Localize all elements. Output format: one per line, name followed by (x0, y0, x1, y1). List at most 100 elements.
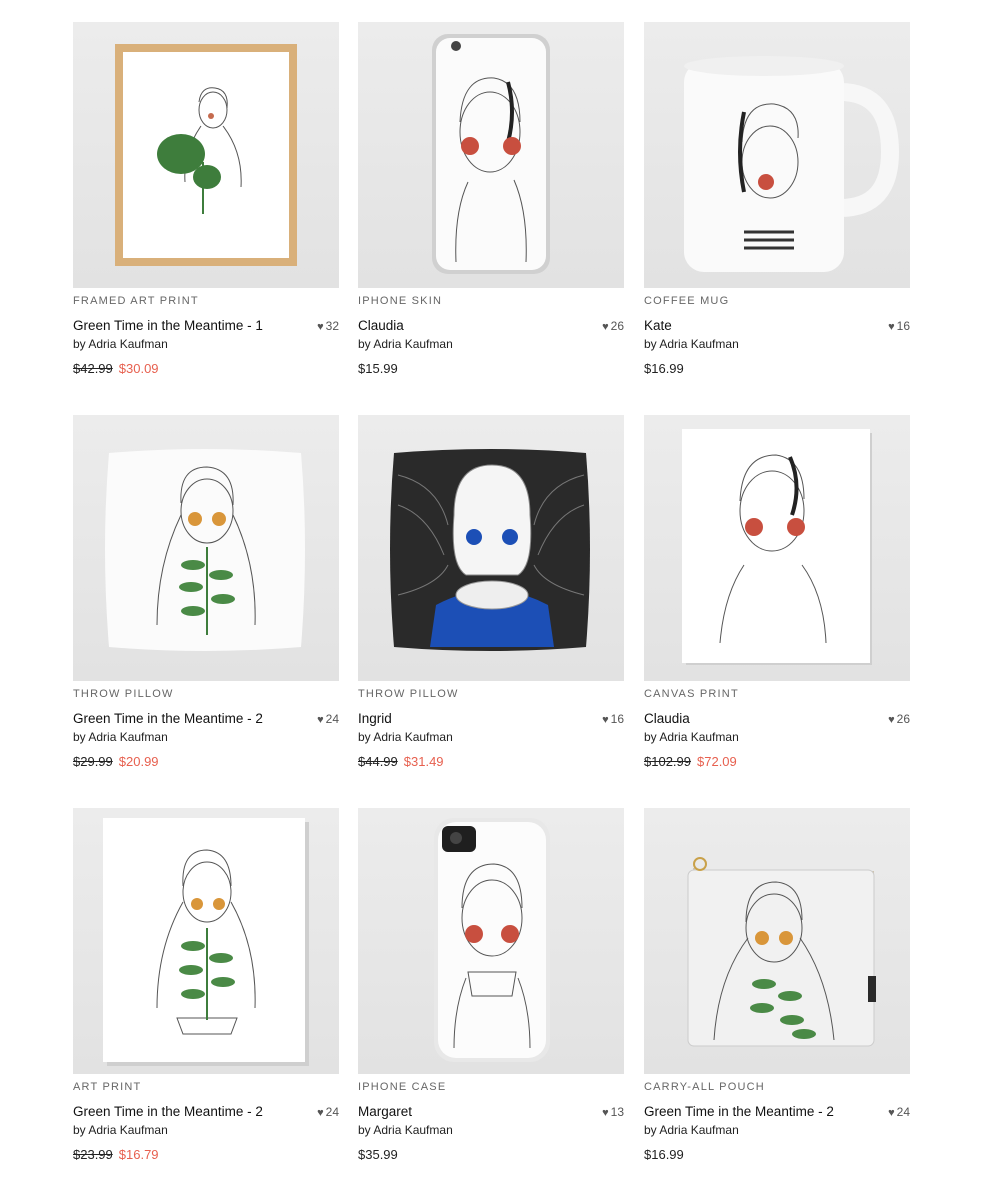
product-image[interactable] (358, 808, 624, 1074)
artist-link[interactable]: Adria Kaufman (88, 730, 167, 744)
artist-link[interactable]: Adria Kaufman (659, 337, 738, 351)
price: $35.99 (358, 1147, 398, 1162)
product-title[interactable]: Margaret (358, 1104, 412, 1119)
product-card[interactable]: ART PRINT Green Time in the Meantime - 2… (73, 808, 339, 1178)
artist-link[interactable]: Adria Kaufman (659, 730, 738, 744)
product-title[interactable]: Claudia (358, 318, 404, 333)
product-title[interactable]: Green Time in the Meantime - 2 (644, 1104, 834, 1119)
sale-price: $30.09 (118, 361, 159, 376)
product-card[interactable]: THROW PILLOW Green Time in the Meantime … (73, 415, 339, 785)
product-title[interactable]: Green Time in the Meantime - 2 (73, 1104, 263, 1119)
like-count[interactable]: ♥ 32 (317, 319, 339, 333)
product-image[interactable] (358, 415, 624, 681)
artist-link[interactable]: Adria Kaufman (373, 337, 452, 351)
price: $15.99 (358, 361, 398, 376)
like-count[interactable]: ♥ 13 (602, 1105, 624, 1119)
price: $16.99 (644, 1147, 684, 1162)
artist-line: by Adria Kaufman (73, 730, 168, 744)
product-card[interactable]: THROW PILLOW Ingrid ♥ 16 by Adria Kaufman… (358, 415, 624, 785)
artist-line: by Adria Kaufman (644, 337, 739, 351)
like-count-value: 24 (896, 1105, 910, 1119)
heart-icon[interactable]: ♥ (888, 321, 895, 333)
like-count-value: 13 (610, 1105, 624, 1119)
product-title[interactable]: Ingrid (358, 711, 392, 726)
by-prefix: by (358, 1123, 371, 1137)
artist-link[interactable]: Adria Kaufman (373, 1123, 452, 1137)
product-image[interactable] (73, 415, 339, 681)
like-count[interactable]: ♥ 16 (602, 712, 624, 726)
heart-icon[interactable]: ♥ (317, 321, 324, 333)
original-price: $44.99 (358, 754, 398, 769)
product-image[interactable] (73, 808, 339, 1074)
heart-icon[interactable]: ♥ (317, 714, 324, 726)
product-card[interactable]: COFFEE MUG Kate ♥ 16 by Adria Kaufman $16… (644, 22, 910, 392)
sale-price: $16.79 (118, 1147, 159, 1162)
sale-price: $31.49 (403, 754, 444, 769)
price-block: $23.99 $16.79 (73, 1147, 159, 1162)
product-type: THROW PILLOW (73, 688, 174, 700)
like-count-value: 16 (610, 712, 624, 726)
artist-line: by Adria Kaufman (73, 337, 168, 351)
heart-icon[interactable]: ♥ (317, 1107, 324, 1119)
artist-line: by Adria Kaufman (358, 1123, 453, 1137)
product-title[interactable]: Claudia (644, 711, 690, 726)
by-prefix: by (73, 730, 86, 744)
heart-icon[interactable]: ♥ (888, 714, 895, 726)
artist-link[interactable]: Adria Kaufman (373, 730, 452, 744)
product-title[interactable]: Green Time in the Meantime - 1 (73, 318, 263, 333)
price-block: $102.99 $72.09 (644, 754, 737, 769)
like-count[interactable]: ♥ 26 (602, 319, 624, 333)
artist-link[interactable]: Adria Kaufman (88, 337, 167, 351)
product-image[interactable] (73, 22, 339, 288)
like-count-value: 24 (325, 712, 339, 726)
by-prefix: by (358, 730, 371, 744)
product-card[interactable]: CARRY-ALL POUCH Green Time in the Meanti… (644, 808, 910, 1178)
artist-line: by Adria Kaufman (644, 1123, 739, 1137)
artist-line: by Adria Kaufman (358, 337, 453, 351)
price-block: $15.99 (358, 361, 398, 376)
like-count[interactable]: ♥ 24 (888, 1105, 910, 1119)
product-type: FRAMED ART PRINT (73, 295, 199, 307)
original-price: $42.99 (73, 361, 113, 376)
product-card[interactable]: IPHONE SKIN Claudia ♥ 26 by Adria Kaufman… (358, 22, 624, 392)
product-card[interactable]: CANVAS PRINT Claudia ♥ 26 by Adria Kaufma… (644, 415, 910, 785)
artist-link[interactable]: Adria Kaufman (659, 1123, 738, 1137)
product-image[interactable] (644, 808, 910, 1074)
price-block: $16.99 (644, 361, 684, 376)
by-prefix: by (644, 730, 657, 744)
heart-icon[interactable]: ♥ (602, 714, 609, 726)
like-count-value: 26 (610, 319, 624, 333)
product-type: IPHONE SKIN (358, 295, 443, 307)
heart-icon[interactable]: ♥ (888, 1107, 895, 1119)
by-prefix: by (644, 1123, 657, 1137)
by-prefix: by (73, 1123, 86, 1137)
product-image[interactable] (644, 22, 910, 288)
product-type: CANVAS PRINT (644, 688, 739, 700)
product-image[interactable] (358, 22, 624, 288)
product-title[interactable]: Green Time in the Meantime - 2 (73, 711, 263, 726)
artist-line: by Adria Kaufman (644, 730, 739, 744)
like-count-value: 26 (896, 712, 910, 726)
product-card[interactable]: IPHONE CASE Margaret ♥ 13 by Adria Kaufma… (358, 808, 624, 1178)
product-type: COFFEE MUG (644, 295, 730, 307)
by-prefix: by (644, 337, 657, 351)
product-image[interactable] (644, 415, 910, 681)
original-price: $29.99 (73, 754, 113, 769)
artist-link[interactable]: Adria Kaufman (88, 1123, 167, 1137)
like-count[interactable]: ♥ 16 (888, 319, 910, 333)
heart-icon[interactable]: ♥ (602, 321, 609, 333)
price-block: $29.99 $20.99 (73, 754, 159, 769)
like-count[interactable]: ♥ 24 (317, 1105, 339, 1119)
sale-price: $20.99 (118, 754, 159, 769)
by-prefix: by (73, 337, 86, 351)
product-type: CARRY-ALL POUCH (644, 1081, 765, 1093)
price-block: $44.99 $31.49 (358, 754, 444, 769)
price-block: $35.99 (358, 1147, 398, 1162)
product-card[interactable]: FRAMED ART PRINT Green Time in the Meant… (73, 22, 339, 392)
like-count-value: 16 (896, 319, 910, 333)
heart-icon[interactable]: ♥ (602, 1107, 609, 1119)
by-prefix: by (358, 337, 371, 351)
like-count[interactable]: ♥ 24 (317, 712, 339, 726)
like-count[interactable]: ♥ 26 (888, 712, 910, 726)
product-title[interactable]: Kate (644, 318, 672, 333)
